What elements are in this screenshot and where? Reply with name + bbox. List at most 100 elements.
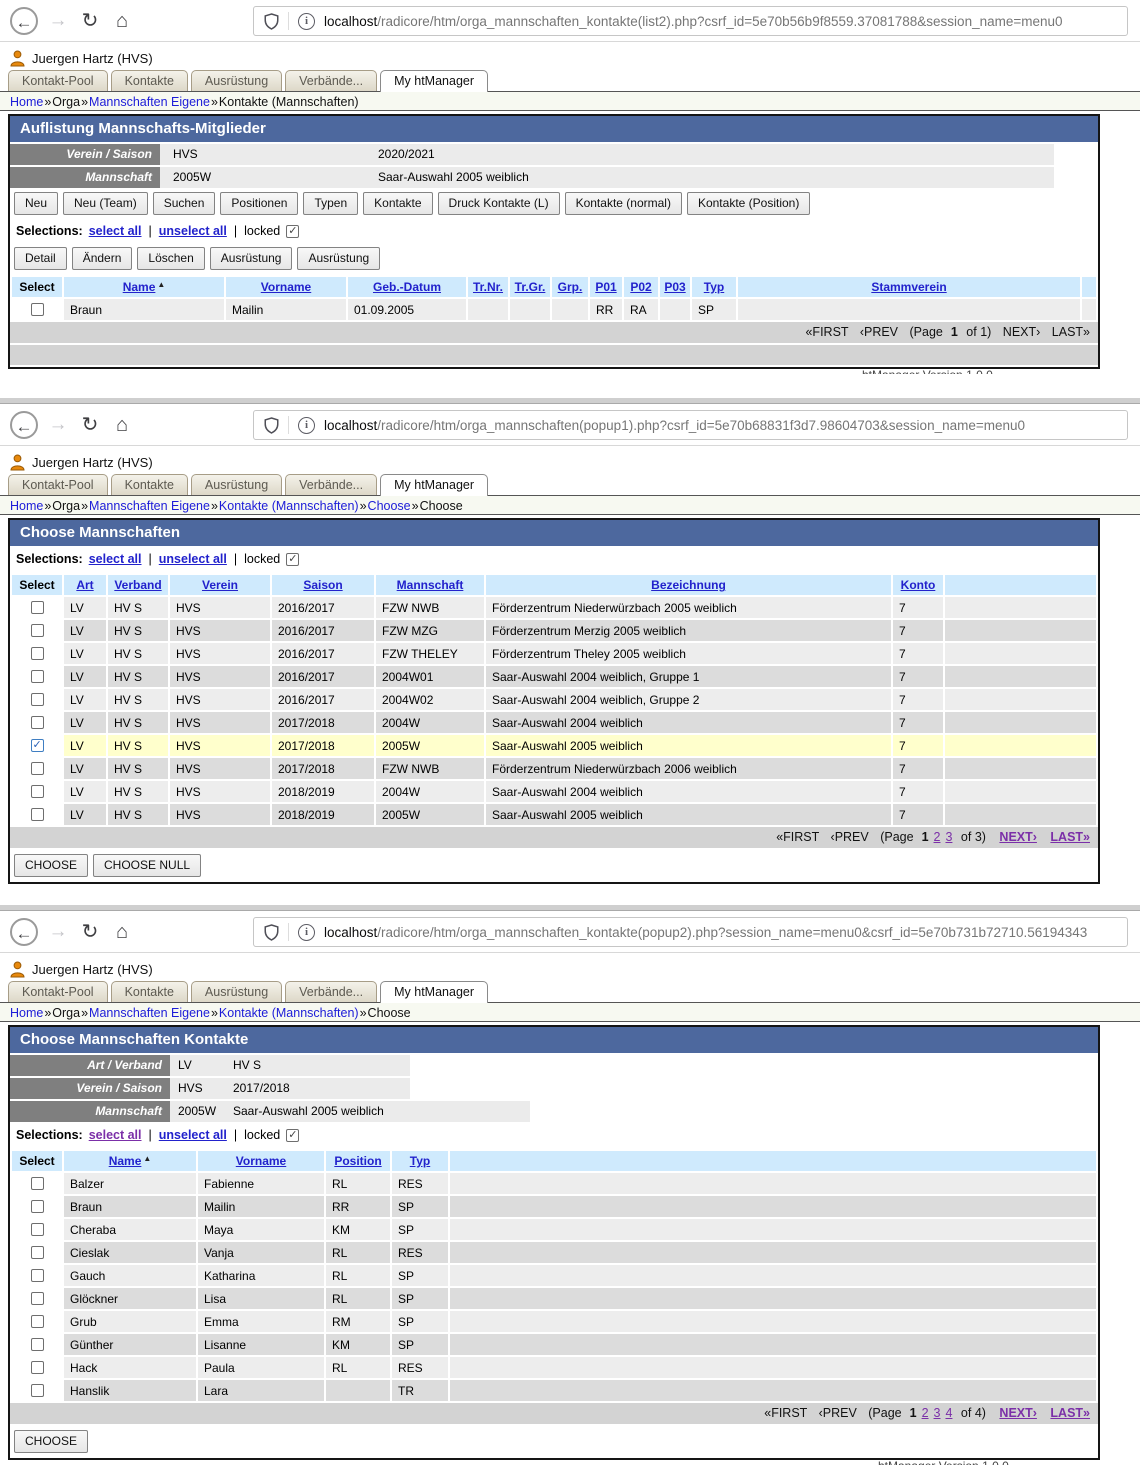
app-tab[interactable]: Kontakte bbox=[111, 474, 188, 495]
breadcrumb-item[interactable]: Home bbox=[10, 1006, 43, 1020]
locked-checkbox[interactable] bbox=[286, 1129, 299, 1142]
action-button[interactable]: Detail bbox=[14, 247, 67, 270]
page-link[interactable]: 2 bbox=[922, 1406, 929, 1420]
home-button[interactable]: ⌂ bbox=[110, 918, 134, 946]
toolbar-button[interactable]: Positionen bbox=[220, 192, 298, 215]
info-icon[interactable]: i bbox=[298, 417, 315, 434]
action-button[interactable]: Löschen bbox=[137, 247, 204, 270]
unselect-all-link[interactable]: unselect all bbox=[159, 552, 227, 566]
back-button[interactable]: ← bbox=[10, 918, 38, 946]
app-tab[interactable]: Kontakt-Pool bbox=[8, 981, 108, 1002]
toolbar-button[interactable]: Neu bbox=[14, 192, 58, 215]
back-button[interactable]: ← bbox=[10, 7, 38, 35]
toolbar-button[interactable]: Neu (Team) bbox=[63, 192, 148, 215]
row-checkbox[interactable] bbox=[31, 1223, 44, 1236]
url-bar[interactable]: i localhost/radicore/htm/orga_mannschaft… bbox=[253, 917, 1128, 947]
breadcrumb-item[interactable]: Mannschaften Eigene bbox=[89, 499, 210, 513]
shield-icon[interactable] bbox=[264, 924, 279, 941]
row-checkbox[interactable] bbox=[31, 624, 44, 637]
shield-icon[interactable] bbox=[264, 13, 279, 30]
row-checkbox[interactable] bbox=[31, 670, 44, 683]
unselect-all-link[interactable]: unselect all bbox=[159, 1128, 227, 1142]
info-icon[interactable]: i bbox=[298, 13, 315, 30]
toolbar-button[interactable]: Druck Kontakte (L) bbox=[438, 192, 560, 215]
app-tab[interactable]: Ausrüstung bbox=[191, 474, 282, 495]
action-button[interactable]: Ausrüstung bbox=[210, 247, 293, 270]
breadcrumb-item[interactable]: Kontakte (Mannschaften) bbox=[219, 499, 359, 513]
row-checkbox[interactable] bbox=[31, 1338, 44, 1351]
row-checkbox[interactable] bbox=[31, 1200, 44, 1213]
choose-button[interactable]: CHOOSE bbox=[14, 1430, 88, 1453]
url-bar[interactable]: i localhost/radicore/htm/orga_mannschaft… bbox=[253, 410, 1128, 440]
choose-button[interactable]: CHOOSE bbox=[14, 854, 88, 877]
toolbar-button[interactable]: Kontakte bbox=[363, 192, 432, 215]
page-link[interactable]: 3 bbox=[934, 1406, 941, 1420]
forward-button[interactable]: → bbox=[46, 7, 70, 35]
back-button[interactable]: ← bbox=[10, 411, 38, 439]
breadcrumb-item[interactable]: Home bbox=[10, 499, 43, 513]
row-checkbox[interactable] bbox=[31, 785, 44, 798]
home-button[interactable]: ⌂ bbox=[110, 411, 134, 439]
row-checkbox[interactable] bbox=[31, 1246, 44, 1259]
row-checkbox[interactable] bbox=[31, 1384, 44, 1397]
row-checkbox[interactable] bbox=[31, 693, 44, 706]
app-tab[interactable]: Kontakte bbox=[111, 70, 188, 91]
breadcrumb-item[interactable]: Mannschaften Eigene bbox=[89, 1006, 210, 1020]
forward-button[interactable]: → bbox=[46, 918, 70, 946]
toolbar-button[interactable]: Suchen bbox=[153, 192, 216, 215]
url-bar[interactable]: i localhost/radicore/htm/orga_mannschaft… bbox=[253, 6, 1128, 36]
toolbar-button[interactable]: Kontakte (normal) bbox=[565, 192, 682, 215]
app-tab[interactable]: Kontakt-Pool bbox=[8, 474, 108, 495]
row-checkbox[interactable] bbox=[31, 1177, 44, 1190]
pagination-next[interactable]: NEXT› bbox=[999, 830, 1037, 844]
forward-button[interactable]: → bbox=[46, 411, 70, 439]
app-tab[interactable]: Verbände... bbox=[285, 981, 377, 1002]
row-checkbox[interactable] bbox=[31, 716, 44, 729]
select-all-link[interactable]: select all bbox=[89, 552, 142, 566]
pagination-last[interactable]: LAST» bbox=[1050, 1406, 1090, 1420]
app-tab[interactable]: Kontakte bbox=[111, 981, 188, 1002]
page-link[interactable]: 3 bbox=[945, 830, 952, 844]
row-checkbox[interactable] bbox=[31, 808, 44, 821]
breadcrumb-item[interactable]: Kontakte (Mannschaften) bbox=[219, 1006, 359, 1020]
locked-checkbox[interactable] bbox=[286, 553, 299, 566]
page-link[interactable]: 2 bbox=[934, 830, 941, 844]
breadcrumb-item[interactable]: Home bbox=[10, 95, 43, 109]
toolbar-button[interactable]: Typen bbox=[303, 192, 358, 215]
row-checkbox[interactable] bbox=[31, 1361, 44, 1374]
choose-button[interactable]: CHOOSE NULL bbox=[93, 854, 201, 877]
row-checkbox[interactable] bbox=[31, 1315, 44, 1328]
toolbar-button[interactable]: Kontakte (Position) bbox=[687, 192, 810, 215]
row-checkbox[interactable] bbox=[31, 647, 44, 660]
breadcrumb-item[interactable]: Choose bbox=[368, 499, 411, 513]
row-checkbox[interactable] bbox=[31, 739, 44, 752]
home-button[interactable]: ⌂ bbox=[110, 7, 134, 35]
app-tab[interactable]: Verbände... bbox=[285, 474, 377, 495]
refresh-button[interactable]: ↻ bbox=[78, 411, 102, 439]
locked-checkbox[interactable] bbox=[286, 225, 299, 238]
row-checkbox[interactable] bbox=[31, 303, 44, 316]
app-tab[interactable]: Ausrüstung bbox=[191, 70, 282, 91]
row-checkbox[interactable] bbox=[31, 1269, 44, 1282]
unselect-all-link[interactable]: unselect all bbox=[159, 224, 227, 238]
action-button[interactable]: Ausrüstung bbox=[297, 247, 380, 270]
app-tab[interactable]: My htManager bbox=[380, 981, 488, 1003]
select-all-link[interactable]: select all bbox=[89, 1128, 142, 1142]
app-tab[interactable]: My htManager bbox=[380, 70, 488, 92]
action-button[interactable]: Ändern bbox=[72, 247, 133, 270]
row-checkbox[interactable] bbox=[31, 1292, 44, 1305]
select-all-link[interactable]: select all bbox=[89, 224, 142, 238]
shield-icon[interactable] bbox=[264, 417, 279, 434]
pagination-last[interactable]: LAST» bbox=[1050, 830, 1090, 844]
refresh-button[interactable]: ↻ bbox=[78, 918, 102, 946]
info-icon[interactable]: i bbox=[298, 924, 315, 941]
app-tab[interactable]: Kontakt-Pool bbox=[8, 70, 108, 91]
row-checkbox[interactable] bbox=[31, 762, 44, 775]
app-tab[interactable]: My htManager bbox=[380, 474, 488, 496]
refresh-button[interactable]: ↻ bbox=[78, 7, 102, 35]
breadcrumb-item[interactable]: Mannschaften Eigene bbox=[89, 95, 210, 109]
app-tab[interactable]: Ausrüstung bbox=[191, 981, 282, 1002]
app-tab[interactable]: Verbände... bbox=[285, 70, 377, 91]
row-checkbox[interactable] bbox=[31, 601, 44, 614]
pagination-next[interactable]: NEXT› bbox=[999, 1406, 1037, 1420]
